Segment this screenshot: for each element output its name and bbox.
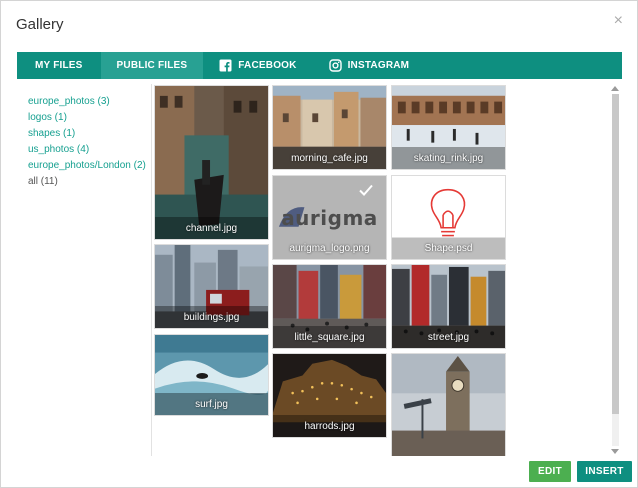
folder-item[interactable]: logos (1) (28, 110, 148, 126)
folder-item[interactable]: europe_photos/London (2) (28, 158, 148, 174)
image-tile[interactable]: Shape.psd (391, 175, 506, 260)
gallery-dialog: Gallery × MY FILES PUBLIC FILES FACEBOOK (0, 0, 638, 488)
image-name: morning_cafe.jpg (273, 147, 386, 169)
image-tile-selected[interactable]: aurigma aurigma_logo.png (272, 175, 387, 260)
folder-item[interactable]: europe_photos (3) (28, 94, 148, 110)
image-name: Shape.psd (424, 242, 473, 254)
edit-button[interactable]: EDIT (529, 461, 571, 482)
image-name: street.jpg (392, 326, 505, 348)
checkmark-icon (359, 184, 373, 196)
grid-scrollbar[interactable] (608, 84, 622, 456)
tab-facebook[interactable]: FACEBOOK (203, 52, 312, 79)
scroll-down-icon[interactable] (611, 449, 619, 454)
source-tabs: MY FILES PUBLIC FILES FACEBOOK INSTAGRAM (17, 52, 622, 79)
image-name: little_square.jpg (273, 326, 386, 348)
tab-public-files[interactable]: PUBLIC FILES (100, 52, 204, 79)
image-tile[interactable] (391, 353, 506, 456)
image-tile[interactable]: skating_rink.jpg (391, 85, 506, 170)
image-tile[interactable]: morning_cafe.jpg (272, 85, 387, 170)
folder-list: europe_photos (3) logos (1) shapes (1) u… (28, 94, 148, 190)
folder-item-current[interactable]: all (11) (28, 174, 148, 190)
image-tile[interactable]: surf.jpg (154, 334, 269, 416)
image-grid: channel.jpg buildings.jpg surf.jpg morni… (151, 84, 622, 456)
image-name: aurigma_logo.png (289, 242, 370, 254)
thumbnail (392, 354, 505, 456)
tab-label: PUBLIC FILES (116, 60, 188, 71)
facebook-icon (219, 59, 232, 72)
image-tile[interactable]: street.jpg (391, 264, 506, 349)
tab-my-files[interactable]: MY FILES (17, 52, 101, 79)
tab-instagram[interactable]: INSTAGRAM (313, 52, 426, 79)
image-tile[interactable]: buildings.jpg (154, 244, 269, 329)
folder-item[interactable]: us_photos (4) (28, 142, 148, 158)
instagram-icon (328, 59, 342, 72)
close-icon[interactable]: × (614, 13, 623, 29)
image-name: buildings.jpg (155, 306, 268, 328)
tab-label: INSTAGRAM (347, 60, 410, 71)
insert-button[interactable]: INSERT (577, 461, 632, 482)
dialog-title: Gallery (16, 16, 64, 33)
scroll-up-icon[interactable] (611, 86, 619, 91)
image-name: skating_rink.jpg (392, 147, 505, 169)
tab-label: FACEBOOK (238, 60, 297, 71)
image-name: channel.jpg (155, 217, 268, 239)
image-tile[interactable]: harrods.jpg (272, 353, 387, 438)
scroll-thumb[interactable] (612, 94, 619, 414)
image-tile[interactable]: little_square.jpg (272, 264, 387, 349)
image-tile[interactable]: channel.jpg (154, 85, 269, 240)
folder-item[interactable]: shapes (1) (28, 126, 148, 142)
tab-label: MY FILES (35, 60, 83, 71)
image-name: harrods.jpg (273, 415, 386, 437)
image-name: surf.jpg (155, 393, 268, 415)
